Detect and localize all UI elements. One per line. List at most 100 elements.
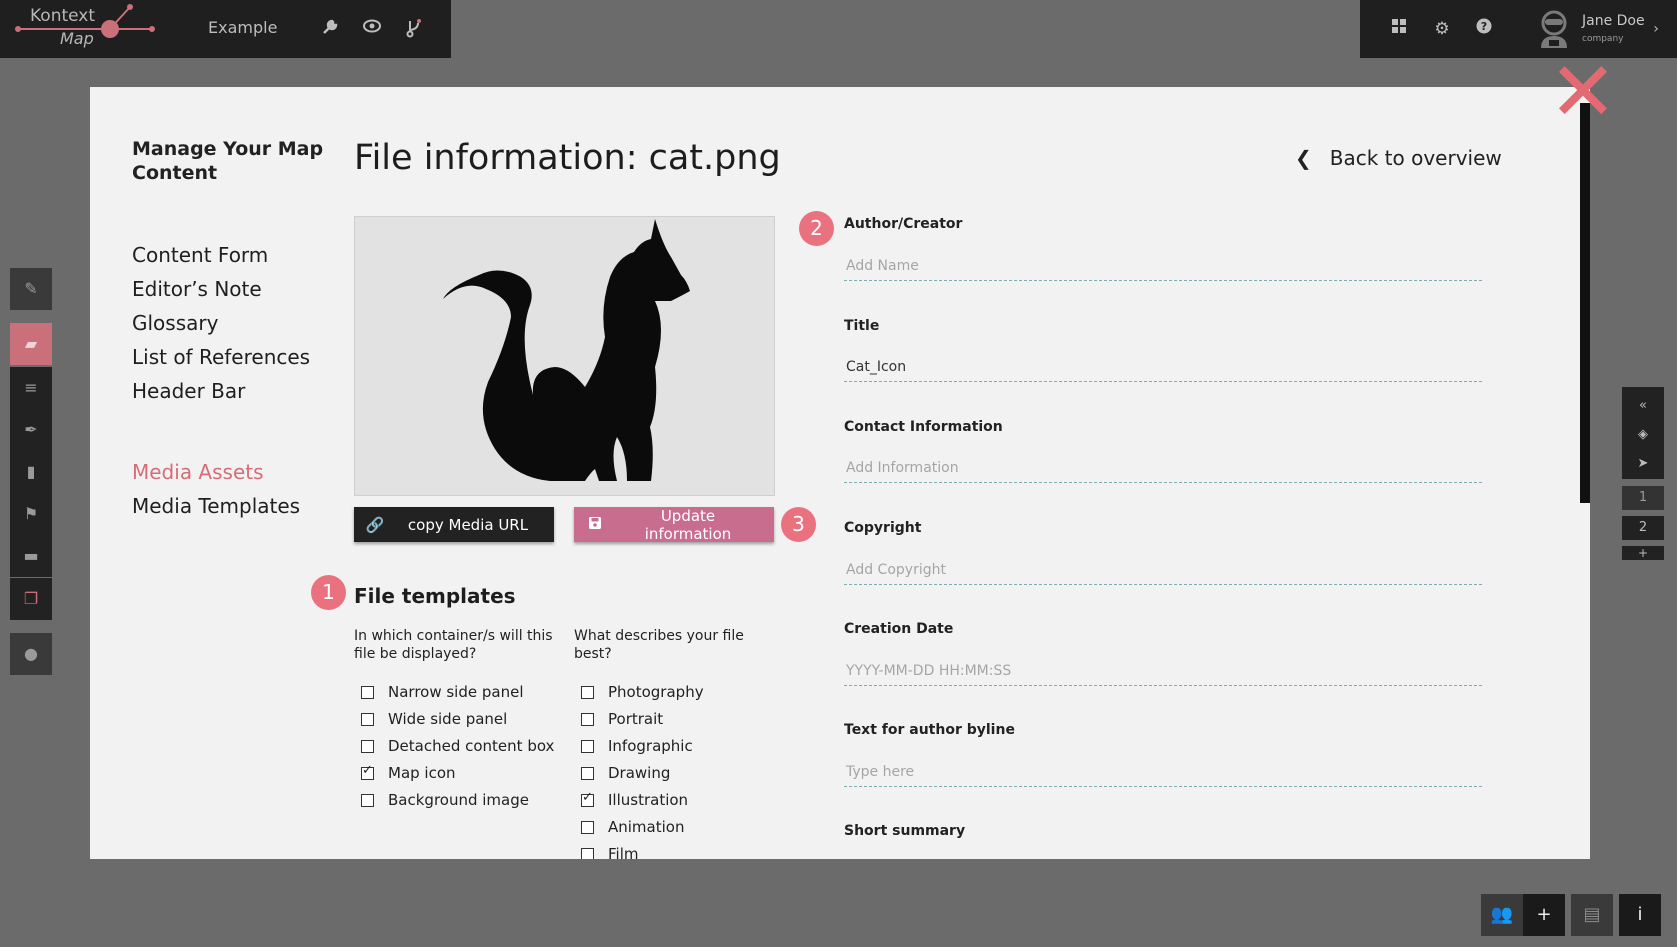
collapse-icon[interactable]: « <box>1622 391 1664 420</box>
logo-text-map: Map <box>60 29 94 48</box>
help-icon[interactable]: ? <box>1473 18 1495 40</box>
brush-tool-button[interactable]: ✎ <box>10 268 52 310</box>
summary-label: Short summary <box>844 823 966 839</box>
describe-option-drawing[interactable]: Drawing <box>581 764 670 782</box>
bookmark-icon: ⚑ <box>23 504 39 523</box>
container-option-narrow[interactable]: Narrow side panel <box>361 683 523 701</box>
navigate-icon[interactable]: ➤ <box>1622 449 1664 478</box>
cat-silhouette-icon <box>443 219 690 481</box>
container-option-wide[interactable]: Wide side panel <box>361 710 507 728</box>
sidebar-item-media-assets[interactable]: Media Assets <box>132 460 264 484</box>
copy-media-url-button[interactable]: 🔗 copy Media URL <box>354 507 554 542</box>
container-option-detached[interactable]: Detached content box <box>361 737 554 755</box>
globe-tool-button[interactable]: ● <box>10 633 52 675</box>
pen-icon: ✒ <box>24 420 38 439</box>
describe-option-photography[interactable]: Photography <box>581 683 704 701</box>
container-option-map-icon[interactable]: Map icon <box>361 763 456 782</box>
container-question: In which container/s will this file be d… <box>354 628 553 662</box>
creation-date-input[interactable]: YYYY-MM-DD HH:MM:SS <box>844 658 1482 686</box>
contact-input[interactable]: Add Information <box>844 455 1482 483</box>
checkbox[interactable] <box>581 712 594 726</box>
chevron-right-icon[interactable]: › <box>1645 18 1667 40</box>
logo-text-kontext: Kontext <box>30 6 96 26</box>
describe-option-illustration[interactable]: Illustration <box>581 790 688 809</box>
add-button[interactable]: + <box>1523 894 1565 936</box>
copyright-label: Copyright <box>844 520 922 536</box>
gallery-tool-button[interactable]: ❐ <box>10 578 52 620</box>
sidebar-item-content-form[interactable]: Content Form <box>132 243 268 267</box>
update-information-label: Update information <box>644 506 732 543</box>
copy-media-url-label: copy Media URL <box>407 515 529 534</box>
grid-icon[interactable] <box>1388 18 1410 40</box>
title-input[interactable]: Cat_Icon <box>844 354 1482 382</box>
app-logo[interactable]: Kontext Map <box>0 0 170 58</box>
users-button[interactable]: 👥 <box>1481 894 1523 936</box>
page-2-button[interactable]: 2 <box>1622 516 1664 540</box>
pen-tool-button[interactable]: ✒ <box>10 409 52 451</box>
page-1-button[interactable]: 1 <box>1622 486 1664 510</box>
list-tool-button[interactable]: ≡ <box>10 367 52 409</box>
modal-scrollbar[interactable] <box>1580 103 1590 503</box>
brush-icon: ✎ <box>24 279 38 298</box>
describe-option-infographic[interactable]: Infographic <box>581 737 693 755</box>
panel-icon: ▬ <box>23 546 39 565</box>
checkbox[interactable] <box>581 820 594 834</box>
file-templates-title: File templates <box>354 584 516 608</box>
sidebar-item-references[interactable]: List of References <box>132 345 310 369</box>
describe-option-portrait[interactable]: Portrait <box>581 710 663 728</box>
update-information-button[interactable]: Update information <box>574 506 774 543</box>
list-icon: ≡ <box>24 378 38 397</box>
sidebar-item-glossary[interactable]: Glossary <box>132 311 218 335</box>
bookmark-tool-button[interactable]: ⚑ <box>10 493 52 535</box>
describe-option-film-clip: Film <box>575 845 775 859</box>
checkbox[interactable] <box>581 766 594 780</box>
checkbox[interactable] <box>581 847 594 859</box>
book-icon: ▮ <box>26 462 36 481</box>
book-tool-button[interactable]: ▮ <box>10 451 52 493</box>
add-page-button[interactable]: + <box>1622 546 1664 560</box>
describe-option-animation[interactable]: Animation <box>581 818 684 836</box>
checkbox[interactable] <box>361 712 374 726</box>
info-button[interactable]: i <box>1619 894 1661 936</box>
branch-icon[interactable] <box>403 18 425 40</box>
folder-icon: ▰ <box>24 334 38 353</box>
container-option-background[interactable]: Background image <box>361 791 529 809</box>
checkbox[interactable] <box>361 685 374 699</box>
checkbox-checked[interactable] <box>361 763 374 780</box>
back-to-overview-link[interactable]: ❮ Back to overview <box>1295 146 1502 170</box>
clipboard-button[interactable]: ▤ <box>1571 894 1613 936</box>
checkbox-checked[interactable] <box>581 790 594 807</box>
checkbox[interactable] <box>361 739 374 753</box>
copyright-input[interactable]: Add Copyright <box>844 557 1482 585</box>
describe-option-film[interactable]: Film <box>581 845 638 859</box>
panel-tool-button[interactable]: ▬ <box>10 535 52 577</box>
user-name[interactable]: Jane Doe <box>1582 13 1645 29</box>
sidebar-title: Manage Your Map Content <box>132 138 324 184</box>
avatar[interactable] <box>1536 10 1572 48</box>
sidebar-item-media-templates[interactable]: Media Templates <box>132 494 300 518</box>
globe-icon: ● <box>24 644 38 663</box>
step-badge-3: 3 <box>781 507 816 542</box>
layers-icon[interactable]: ◈ <box>1622 420 1664 449</box>
author-input[interactable]: Add Name <box>844 253 1482 281</box>
project-name[interactable]: Example <box>208 18 277 37</box>
byline-label: Text for author byline <box>844 722 1015 738</box>
sidebar-item-header-bar[interactable]: Header Bar <box>132 379 245 403</box>
eye-icon[interactable] <box>361 18 383 40</box>
checkbox[interactable] <box>581 685 594 699</box>
step-badge-1: 1 <box>311 575 346 610</box>
users-icon: 👥 <box>1490 904 1514 925</box>
byline-input[interactable]: Type here <box>844 759 1482 787</box>
checkbox[interactable] <box>581 739 594 753</box>
sidebar-item-editors-note[interactable]: Editor’s Note <box>132 277 262 301</box>
checkbox[interactable] <box>361 793 374 807</box>
image-preview <box>354 216 775 496</box>
right-toolbar: « ◈ ➤ <box>1622 387 1664 479</box>
creation-date-label: Creation Date <box>844 621 954 637</box>
author-label: Author/Creator <box>844 216 963 232</box>
info-icon: i <box>1637 904 1643 925</box>
close-icon[interactable]: ✕ <box>1548 52 1618 134</box>
media-tool-button[interactable]: ▰ <box>10 323 52 365</box>
wrench-icon[interactable] <box>319 18 341 40</box>
gear-icon[interactable]: ⚙ <box>1431 18 1453 40</box>
